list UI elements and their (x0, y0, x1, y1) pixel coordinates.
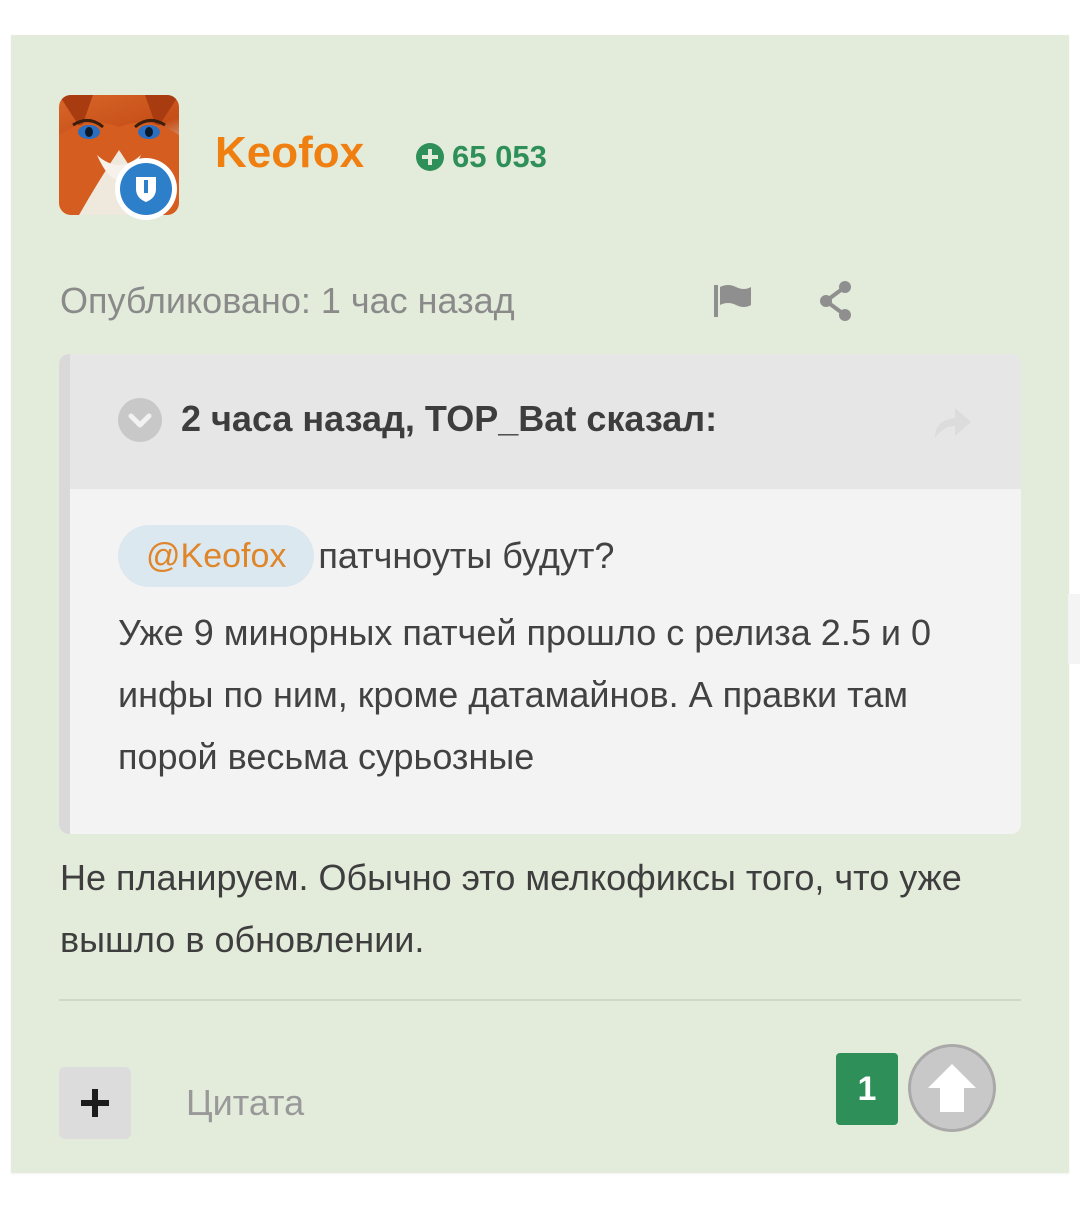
user-mention[interactable]: @Keofox (118, 525, 315, 587)
collapse-quote-button[interactable] (118, 398, 162, 442)
divider (59, 999, 1021, 1001)
post-card: Keofox 65 053 Опубликовано: 1 час назад (11, 35, 1069, 1173)
quote-paragraph: Уже 9 минорных патчей прошло с релиза 2.… (118, 612, 931, 777)
arrow-up-icon (928, 1064, 976, 1112)
post-content: Не планируем. Обычно это мелкофиксы того… (60, 857, 962, 960)
share-button[interactable] (815, 281, 859, 321)
multiquote-button[interactable] (59, 1067, 131, 1139)
quote-citation[interactable]: 2 часа назад, TOP_Bat сказал: (181, 394, 717, 444)
quote-bar (59, 354, 70, 834)
quote-button[interactable]: Цитата (186, 1079, 304, 1127)
reputation-badge[interactable]: 65 053 (416, 139, 547, 175)
plus-circle-icon (416, 143, 444, 171)
upvote-button[interactable] (908, 1044, 996, 1132)
quote-question: патчноуты будут? (318, 535, 615, 576)
staff-badge (115, 158, 177, 220)
edge-tab (1068, 594, 1080, 664)
report-button[interactable] (711, 281, 755, 321)
reply-arrow-icon (935, 408, 971, 438)
chevron-down-icon (128, 413, 152, 428)
goto-quoted-post-button[interactable] (931, 402, 975, 442)
quote-block: 2 часа назад, TOP_Bat сказал: @Keofox па… (59, 354, 1021, 834)
reputation-count: 65 053 (452, 139, 547, 174)
quote-body: @Keofox патчноуты будут? Уже 9 минорных … (118, 524, 988, 788)
reaction-score: 1 (836, 1053, 898, 1125)
published-time: Опубликовано: 1 час назад (60, 280, 515, 321)
plus-icon (81, 1089, 109, 1117)
quote-header: 2 часа назад, TOP_Bat сказал: (70, 354, 1021, 489)
share-icon (820, 281, 851, 321)
author-name[interactable]: Keofox (215, 127, 364, 179)
shield-badge-icon (120, 163, 172, 215)
flag-icon (714, 285, 751, 317)
quote-first-line: @Keofox патчноуты будут? (118, 524, 988, 588)
